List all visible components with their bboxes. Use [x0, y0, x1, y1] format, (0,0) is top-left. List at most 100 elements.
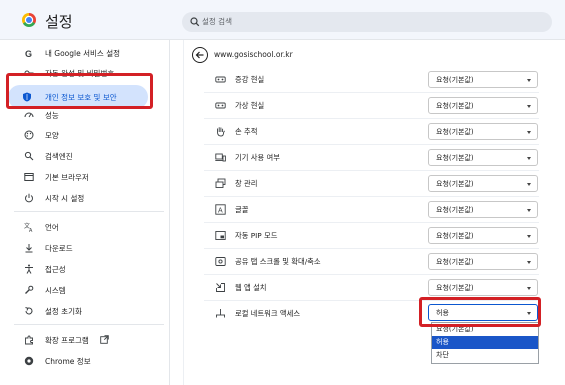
reset-icon: [25, 307, 33, 315]
select-value: 요청(기본값): [436, 232, 474, 240]
row-divider: [204, 196, 539, 197]
select-value: 요청(기본값): [436, 258, 474, 266]
sidebar-item-appearance[interactable]: 모양: [0, 125, 165, 145]
caret-down-icon: [527, 183, 531, 186]
dropdown-menu: 요청(기본값) 허용 차단: [431, 322, 539, 364]
sidebar-item-search-engine[interactable]: 검색엔진: [0, 146, 165, 166]
caret-down-icon: [527, 261, 531, 264]
permission-select[interactable]: 요청(기본값): [428, 123, 538, 140]
permission-label: 기기 사용 여부: [235, 153, 280, 162]
sidebar-item-languages[interactable]: 文A 언어: [0, 217, 165, 237]
select-value: 요청(기본값): [436, 154, 474, 162]
select-value: 요청(기본값): [436, 206, 474, 214]
caret-down-icon: [527, 105, 531, 108]
annotation-highlight-local-network: [419, 297, 541, 327]
search-placeholder: 설정 검색: [202, 17, 232, 26]
screen-share-icon: [215, 257, 226, 266]
select-value: 요청(기본값): [436, 180, 474, 188]
permission-select[interactable]: 요청(기본값): [428, 149, 538, 166]
google-g-icon: G: [25, 49, 32, 58]
permission-label: 글꼴: [235, 205, 249, 214]
permission-select[interactable]: 요청(기본값): [428, 175, 538, 192]
speedometer-icon: [24, 112, 34, 118]
sidebar-item-label: 검색엔진: [45, 152, 73, 161]
permission-label: 공유 탭 스크롤 및 확대/축소: [235, 257, 321, 266]
sidebar-item-label: Chrome 정보: [45, 357, 91, 366]
permission-row-shared-tab-scroll-zoom: 공유 탭 스크롤 및 확대/축소 요청(기본값): [184, 248, 561, 274]
row-divider: [204, 222, 539, 223]
sidebar-item-reset-settings[interactable]: 설정 초기화: [0, 301, 165, 321]
search-icon: [190, 17, 200, 27]
permission-row-augmented-reality: 증강 현실 요청(기본값): [184, 66, 561, 92]
permission-row-device-use: 기기 사용 여부 요청(기본값): [184, 144, 561, 170]
caret-down-icon: [527, 235, 531, 238]
install-icon: [216, 283, 225, 292]
sidebar-item-google-services[interactable]: G 내 Google 서비스 설정: [0, 43, 165, 63]
row-divider: [204, 144, 539, 145]
search-icon: [24, 151, 34, 161]
sidebar-item-default-browser[interactable]: 기본 브라우저: [0, 167, 165, 187]
caret-down-icon: [527, 157, 531, 160]
permission-label: 가상 현실: [235, 101, 265, 110]
permission-select[interactable]: 요청(기본값): [428, 227, 538, 244]
hand-icon: [217, 127, 225, 137]
svg-text:A: A: [218, 208, 223, 215]
permission-row-hand-tracking: 손 추적 요청(기본값): [184, 118, 561, 144]
sidebar-item-downloads[interactable]: 다운로드: [0, 238, 165, 258]
sidebar-item-label: 시스템: [45, 286, 66, 295]
caret-down-icon: [527, 209, 531, 212]
sidebar-divider: [14, 211, 164, 212]
svg-text:A: A: [29, 228, 33, 232]
permission-row-window-management: 창 관리 요청(기본값): [184, 170, 561, 196]
permission-select[interactable]: 요청(기본값): [428, 253, 538, 270]
sidebar-item-label: 다운로드: [45, 244, 73, 253]
arrow-back-icon: [195, 51, 204, 59]
dropdown-option-allow[interactable]: 허용: [432, 336, 538, 349]
devices-icon: [215, 153, 226, 162]
network-icon: [216, 309, 225, 318]
sidebar-item-label: 설정 초기화: [45, 307, 82, 316]
sidebar-item-system[interactable]: 시스템: [0, 280, 165, 300]
page-title: 설정: [45, 13, 73, 31]
permission-label: 증강 현실: [235, 75, 265, 84]
accessibility-icon: [25, 264, 33, 274]
select-value: 요청(기본값): [436, 102, 474, 110]
sidebar-item-accessibility[interactable]: 접근성: [0, 259, 165, 279]
sidebar-item-label: 기본 브라우저: [45, 173, 89, 182]
svg-text:G: G: [25, 49, 32, 58]
settings-toolbar: 설정 설정 검색: [0, 0, 565, 40]
chrome-logo-icon: [22, 13, 36, 27]
sidebar-item-label: 시작 시 설정: [45, 194, 85, 203]
permission-select[interactable]: 요청(기본값): [428, 201, 538, 218]
font-icon: A: [215, 204, 226, 215]
permission-label: 손 추적: [235, 127, 258, 136]
select-value: 요청(기본값): [436, 284, 474, 292]
sidebar-item-extensions[interactable]: 확장 프로그램: [0, 330, 165, 350]
select-value: 요청(기본값): [436, 76, 474, 84]
sidebar-item-label: 성능: [45, 111, 59, 120]
permission-select[interactable]: 요청(기본값): [428, 279, 538, 296]
row-divider: [204, 118, 539, 119]
caret-down-icon: [527, 79, 531, 82]
palette-icon: [24, 130, 34, 140]
row-divider: [204, 170, 539, 171]
sidebar-item-about-chrome[interactable]: Chrome 정보: [0, 351, 165, 371]
search-input[interactable]: 설정 검색: [182, 12, 552, 32]
permission-select[interactable]: 요청(기본값): [428, 71, 538, 88]
sidebar-item-on-startup[interactable]: 시작 시 설정: [0, 188, 165, 208]
translate-icon: 文A: [24, 222, 33, 232]
pip-icon: [215, 231, 226, 240]
permission-label: 자동 PIP 모드: [235, 231, 278, 240]
windows-icon: [215, 178, 226, 188]
sidebar-divider: [14, 324, 164, 325]
vr-headset-icon: [215, 76, 226, 83]
site-settings-panel: www.gosischool.or.kr 증강 현실 요청(기본값) 가상 현실…: [180, 40, 560, 385]
back-button[interactable]: [192, 47, 208, 63]
sidebar-item-label: 내 Google 서비스 설정: [45, 49, 120, 58]
dropdown-option-block[interactable]: 차단: [432, 349, 538, 362]
power-icon: [25, 193, 33, 203]
row-divider: [204, 92, 539, 93]
permission-select[interactable]: 요청(기본값): [428, 97, 538, 114]
permission-label: 로컬 네트워크 액세스: [235, 309, 301, 318]
wrench-icon: [25, 285, 34, 294]
